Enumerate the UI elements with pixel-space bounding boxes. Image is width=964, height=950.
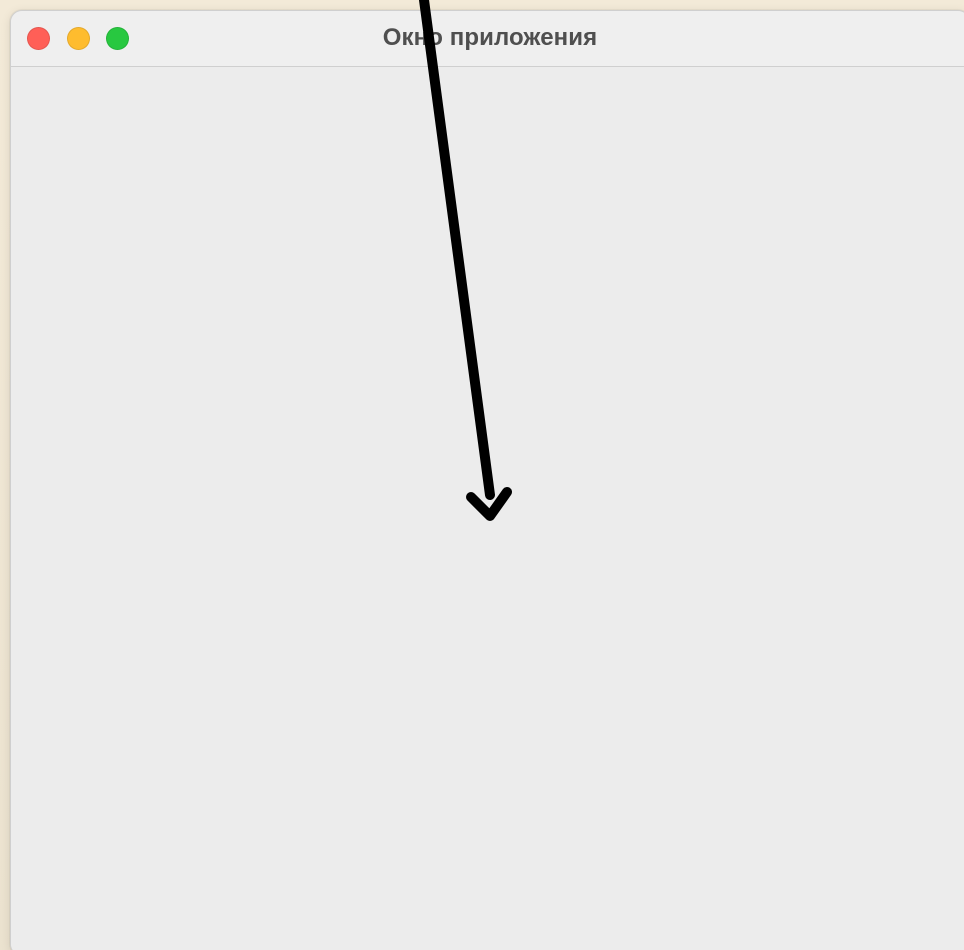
window-titlebar[interactable]: Окно приложения — [11, 11, 964, 67]
window-title: Окно приложения — [382, 24, 598, 51]
window-content[interactable] — [11, 67, 964, 950]
app-window[interactable]: Окно приложения — [10, 10, 964, 950]
desktop-background: Окно приложения — [0, 0, 964, 950]
